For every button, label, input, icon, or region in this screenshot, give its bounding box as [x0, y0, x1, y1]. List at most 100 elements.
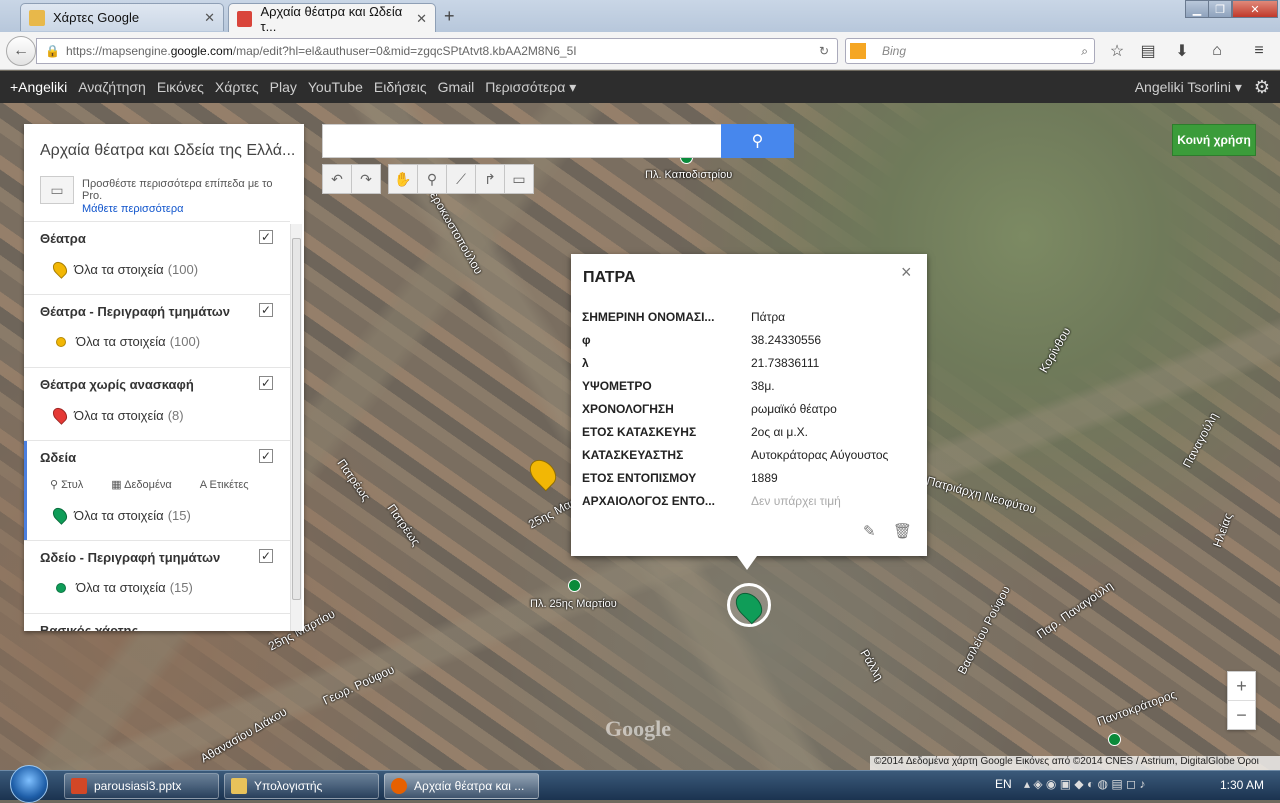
layer-theatres[interactable]: Θέατρα ✓ Όλα τα στοιχεία (100) — [24, 221, 290, 294]
back-button[interactable]: ← — [6, 36, 36, 66]
zoom-out-button[interactable]: − — [1228, 701, 1255, 730]
gbar-item-search[interactable]: Αναζήτηση — [78, 79, 146, 95]
taskbar-item-label: parousiasi3.pptx — [94, 779, 182, 793]
map-label-plateia-kapodistriou: Πλ. Καποδιστρίου — [645, 169, 733, 181]
info-row: ΕΤΟΣ ΕΝΤΟΠΙΣΜΟΥ 1889 — [582, 471, 912, 494]
lock-icon: 🔒 — [45, 44, 60, 58]
info-key: λ — [582, 356, 589, 370]
redo-icon[interactable]: ↷ — [351, 164, 381, 194]
settings-gear-icon[interactable]: ⚙ — [1254, 77, 1270, 98]
all-items-label: Όλα τα στοιχεία — [76, 334, 166, 349]
delete-trash-icon[interactable]: 🗑 — [893, 522, 912, 540]
info-value: ρωμαϊκό θέατρο — [751, 402, 837, 416]
ruler-icon[interactable]: ▭ — [504, 164, 534, 194]
layer-all-items-row[interactable]: Όλα τα στοιχεία (8) — [50, 405, 184, 425]
info-row: ΣΗΜΕΡΙΝΗ ΟΝΟΜΑΣΙ... Πάτρα — [582, 310, 912, 333]
reload-icon[interactable]: ↻ — [819, 44, 829, 58]
system-tray-icons[interactable]: ▴ ◈ ◉ ▣ ◆ ◐ ◍ ▤ ◻ ♪ — [1024, 777, 1145, 791]
layer-all-items-row[interactable]: Όλα τα στοιχεία (15) — [54, 580, 193, 595]
home-icon[interactable]: ⌂ — [1206, 40, 1228, 62]
close-icon[interactable]: × — [901, 262, 912, 283]
map-label-road: Κορίνθου — [1036, 324, 1074, 376]
search-engine-box[interactable]: Bing ⌕ — [845, 38, 1095, 64]
layer-visibility-checkbox[interactable]: ✓ — [259, 449, 273, 463]
layer-title: Ωδεία — [40, 450, 77, 465]
layer-all-items-row[interactable]: Όλα τα στοιχεία (100) — [54, 334, 200, 349]
pan-hand-icon[interactable]: ✋ — [388, 164, 418, 194]
taskbar-item-powerpoint[interactable]: parousiasi3.pptx — [64, 773, 219, 799]
taskbar-item-computer[interactable]: Υπολογιστής — [224, 773, 379, 799]
maximize-button[interactable]: ❐ — [1208, 0, 1232, 18]
info-key: ΚΑΤΑΣΚΕΥΑΣΤΗΣ — [582, 448, 684, 462]
downloads-icon[interactable]: ⬇ — [1171, 40, 1193, 62]
edit-pencil-icon[interactable]: ✎ — [863, 522, 876, 540]
item-count: (100) — [167, 261, 199, 277]
panel-scrollbar-thumb[interactable] — [292, 238, 301, 600]
info-value: 1889 — [751, 471, 778, 485]
close-window-button[interactable]: ✕ — [1232, 0, 1278, 18]
all-items-label: Όλα τα στοιχεία — [74, 407, 164, 423]
style-tool[interactable]: ⚲ Στυλ — [50, 478, 97, 491]
layer-visibility-checkbox[interactable]: ✓ — [259, 230, 273, 244]
layer-all-items-row[interactable]: Όλα τα στοιχεία (15) — [50, 505, 191, 525]
new-tab-button[interactable]: + — [444, 6, 455, 27]
info-key: ΣΗΜΕΡΙΝΗ ΟΝΟΜΑΣΙ... — [582, 310, 715, 324]
layer-odeio-sections[interactable]: Ωδείο - Περιγραφή τμημάτων ✓ Όλα τα στοι… — [24, 540, 290, 613]
language-indicator[interactable]: EN — [995, 777, 1012, 791]
layer-theatres-sections[interactable]: Θέατρα - Περιγραφή τμημάτων ✓ Όλα τα στο… — [24, 294, 290, 367]
bookmarks-list-icon[interactable]: ▤ — [1137, 40, 1159, 62]
gbar-item-youtube[interactable]: YouTube — [308, 79, 363, 95]
close-tab-icon[interactable]: ✕ — [204, 10, 215, 26]
layer-all-items-row[interactable]: Όλα τα στοιχεία (100) — [50, 259, 199, 279]
info-row: ΑΡΧΑΙΟΛΟΓΟΣ ΕΝΤΟ... Δεν υπάρχει τιμή — [582, 494, 912, 517]
gbar-item-news[interactable]: Ειδήσεις — [374, 79, 427, 95]
draw-line-icon[interactable]: ⟋ — [446, 164, 476, 194]
map-search-button[interactable]: ⚲ — [721, 124, 794, 158]
map-title[interactable]: Αρχαία θέατρα και Ωδεία της Ελλά... — [40, 142, 300, 160]
tab-map-engine[interactable]: Αρχαία θέατρα και Ωδεία τ... ✕ — [228, 3, 436, 34]
layer-visibility-checkbox[interactable]: ✓ — [259, 549, 273, 563]
close-tab-icon[interactable]: ✕ — [416, 11, 427, 27]
learn-more-link[interactable]: Μάθετε περισσότερα — [82, 203, 183, 215]
url-bar[interactable]: 🔒 https://mapsengine. google.com/map/edit… — [36, 38, 838, 64]
windows-start-button[interactable] — [10, 765, 48, 803]
labels-tool[interactable]: A Ετικέτες — [200, 479, 263, 491]
layer-odeia[interactable]: Ωδεία ✓ ⚲ Στυλ ▦ Δεδομένα A Ετικέτες Όλα… — [24, 440, 290, 541]
layer-base-map[interactable]: Βασικός χάρτης — [24, 613, 290, 631]
folder-icon[interactable]: ▭ — [40, 176, 74, 204]
theater-marker[interactable] — [524, 454, 562, 492]
gbar-item-plus-user[interactable]: +Angeliki — [10, 79, 67, 95]
layer-title: Θέατρα — [40, 231, 86, 246]
zoom-in-button[interactable]: + — [1228, 672, 1255, 701]
url-host: google.com — [170, 44, 233, 58]
gbar-item-images[interactable]: Εικόνες — [157, 79, 204, 95]
search-icon[interactable]: ⌕ — [1081, 44, 1088, 59]
bookmark-star-icon[interactable]: ☆ — [1106, 40, 1128, 62]
gbar-item-play[interactable]: Play — [270, 79, 297, 95]
feature-name: ΠΑΤΡΑ — [583, 269, 636, 286]
tab-google-maps[interactable]: Χάρτες Google ✕ — [20, 3, 224, 31]
map-search-input[interactable] — [322, 124, 722, 158]
layer-visibility-checkbox[interactable]: ✓ — [259, 376, 273, 390]
minimize-button[interactable]: ▁ — [1185, 0, 1209, 18]
undo-icon[interactable]: ↶ — [322, 164, 352, 194]
layer-visibility-checkbox[interactable]: ✓ — [259, 303, 273, 317]
menu-icon[interactable]: ≡ — [1248, 40, 1270, 62]
data-label: Δεδομένα — [124, 479, 172, 491]
data-table-tool[interactable]: ▦ Δεδομένα — [111, 478, 185, 491]
google-bar: +Angeliki Αναζήτηση Εικόνες Χάρτες Play … — [0, 71, 1280, 103]
map-label-road: Γεωρ. Ρούφου — [320, 662, 397, 708]
feature-info-window: ΠΑΤΡΑ × ΣΗΜΕΡΙΝΗ ΟΝΟΜΑΣΙ... Πάτρα φ 38.243… — [571, 254, 927, 570]
system-clock[interactable]: 1:30 AM — [1220, 778, 1264, 792]
gbar-item-more[interactable]: Περισσότερα ▾ — [485, 79, 576, 96]
directions-icon[interactable]: ↱ — [475, 164, 505, 194]
add-marker-icon[interactable]: ⚲ — [417, 164, 447, 194]
share-button[interactable]: Κοινή χρήση — [1172, 124, 1256, 156]
gbar-item-maps[interactable]: Χάρτες — [215, 79, 259, 95]
folder-icon — [231, 778, 247, 794]
gbar-item-gmail[interactable]: Gmail — [438, 79, 475, 95]
taskbar-item-firefox[interactable]: Αρχαία θέατρα και ... — [384, 773, 539, 799]
user-account-menu[interactable]: Angeliki Tsorlini ▾ — [1135, 79, 1242, 96]
layer-theatres-no-excavation[interactable]: Θέατρα χωρίς ανασκαφή ✓ Όλα τα στοιχεία … — [24, 367, 290, 440]
all-items-label: Όλα τα στοιχεία — [74, 507, 164, 523]
